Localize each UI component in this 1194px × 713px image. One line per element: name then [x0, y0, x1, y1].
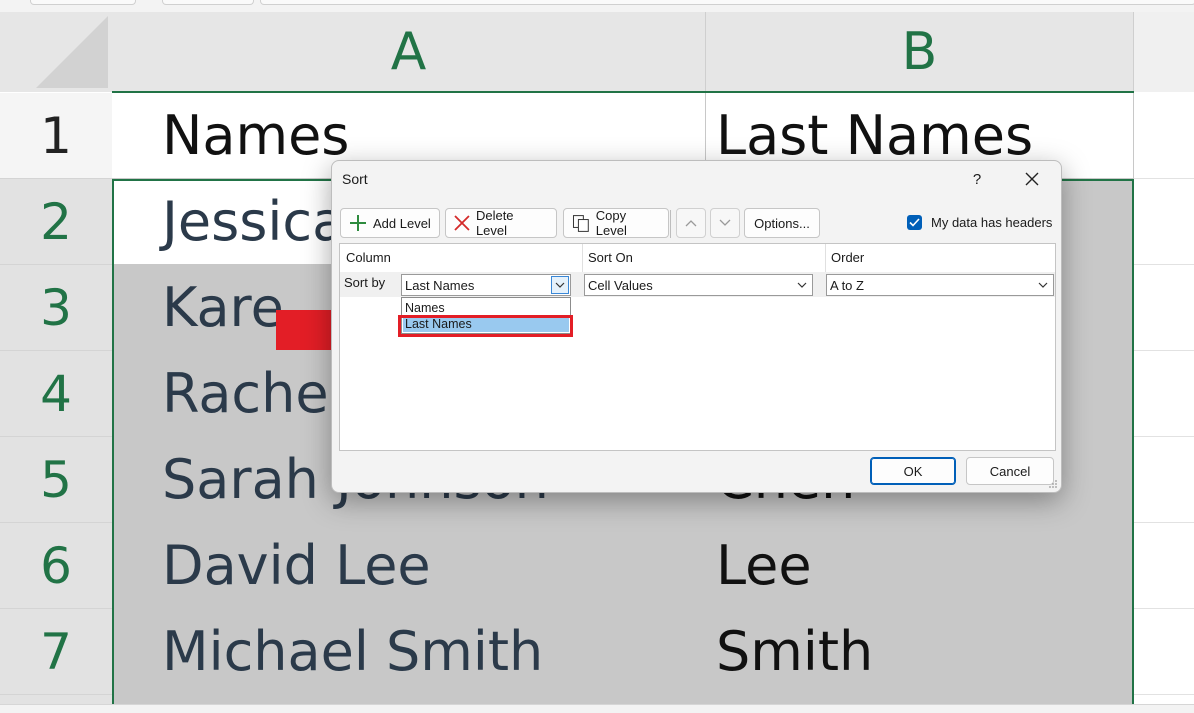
sort-on-toggle[interactable]: [793, 276, 811, 294]
move-up-button[interactable]: [676, 208, 706, 238]
formula-bar-stub: [260, 0, 1194, 5]
close-icon: [1025, 172, 1039, 186]
close-button[interactable]: [1018, 167, 1046, 191]
row-number: 2: [40, 192, 72, 251]
toolbar-stub: [30, 0, 136, 5]
resize-grip-icon[interactable]: [1048, 479, 1058, 489]
delete-level-label: Delete Level: [475, 208, 514, 238]
grid-column-separator: [825, 244, 826, 272]
cell-text: Names: [162, 104, 350, 167]
cell-a6[interactable]: David Lee: [112, 523, 706, 609]
row-header-4[interactable]: 4: [0, 351, 112, 437]
chevron-up-icon: [685, 220, 697, 227]
toolbar-separator: [670, 210, 671, 238]
row-number: 7: [40, 622, 72, 681]
copy-level-label: Copy Level: [595, 208, 627, 238]
delete-level-button[interactable]: Delete Level: [445, 208, 557, 238]
cell-text: Kare: [162, 276, 284, 339]
sort-on-value: Cell Values: [588, 277, 653, 293]
cell-text: Last Names: [716, 104, 1034, 167]
grid-column-separator: [582, 244, 583, 272]
column-header-sort-on: Sort On: [588, 250, 633, 265]
column-header-b[interactable]: B: [706, 12, 1134, 92]
toolbar-stub: [162, 0, 254, 5]
cell-c7[interactable]: [1134, 609, 1194, 695]
help-button[interactable]: ?: [964, 167, 990, 191]
cell-c2[interactable]: [1134, 179, 1194, 265]
sort-by-label: Sort by: [344, 275, 386, 290]
copy-icon: [572, 215, 589, 232]
row-number: 5: [40, 450, 72, 509]
cancel-button[interactable]: Cancel: [966, 457, 1054, 485]
row-header-6[interactable]: 6: [0, 523, 112, 609]
help-icon: ?: [972, 170, 982, 188]
chevron-down-icon: [1038, 282, 1048, 288]
copy-level-button[interactable]: Copy Level: [563, 208, 669, 238]
ok-button[interactable]: OK: [870, 457, 956, 485]
sort-levels-grid: Column Sort On Order Sort by Last Names …: [339, 243, 1056, 451]
add-level-button[interactable]: Add Level: [340, 208, 440, 238]
chevron-down-icon: [797, 282, 807, 288]
chevron-down-icon: [719, 219, 731, 226]
cell-c4[interactable]: [1134, 351, 1194, 437]
column-select-value: Last Names: [405, 277, 475, 293]
cell-text: Rachel: [162, 362, 344, 425]
dialog-title: Sort: [342, 171, 368, 187]
row-header-2[interactable]: 2: [0, 179, 112, 265]
move-down-button[interactable]: [710, 208, 740, 238]
cell-text: Jessica: [162, 190, 346, 253]
column-select[interactable]: Last Names: [401, 274, 571, 296]
cell-c1[interactable]: [1134, 93, 1194, 179]
cell-c6[interactable]: [1134, 523, 1194, 609]
chevron-down-icon: [555, 282, 565, 288]
cancel-label: Cancel: [989, 463, 1031, 479]
headers-checkbox[interactable]: [907, 215, 922, 230]
ok-label: OK: [903, 463, 923, 479]
cell-c5[interactable]: [1134, 437, 1194, 523]
sort-dialog: Sort ? Add Level Delete Level Copy Level…: [331, 160, 1062, 493]
column-header-label: B: [901, 22, 938, 82]
column-header-c[interactable]: [1134, 12, 1194, 92]
order-select[interactable]: A to Z: [826, 274, 1054, 296]
order-value: A to Z: [830, 277, 864, 293]
sort-on-select[interactable]: Cell Values: [584, 274, 813, 296]
options-button[interactable]: Options...: [744, 208, 820, 238]
dropdown-option-names[interactable]: Names: [403, 300, 569, 316]
column-header-label: A: [390, 22, 427, 82]
column-select-toggle[interactable]: [551, 276, 569, 294]
row-header-5[interactable]: 5: [0, 437, 112, 523]
cell-text: Michael Smith: [162, 620, 544, 683]
cell-text: Lee: [716, 534, 812, 597]
cell-b6[interactable]: Lee: [706, 523, 1134, 609]
headers-checkbox-label[interactable]: My data has headers: [931, 215, 1052, 230]
select-all-triangle-icon: [36, 16, 108, 88]
row-number: 6: [40, 536, 72, 595]
order-toggle[interactable]: [1034, 276, 1052, 294]
column-header-a[interactable]: A: [112, 12, 706, 92]
delete-x-icon: [454, 215, 470, 231]
row-header-1[interactable]: 1: [0, 93, 112, 179]
options-label: Options...: [754, 215, 810, 231]
row-header-7[interactable]: 7: [0, 609, 112, 695]
highlight-box-annotation: [398, 315, 573, 337]
row-header-3[interactable]: 3: [0, 265, 112, 351]
column-header-order: Order: [831, 250, 865, 265]
cell-text: David Lee: [162, 534, 431, 597]
row-number: 1: [40, 106, 72, 165]
column-header-column: Column: [346, 250, 391, 265]
add-level-label: Add Level: [373, 215, 431, 231]
checkmark-icon: [909, 218, 920, 227]
cell-b7[interactable]: Smith: [706, 609, 1134, 695]
row-number: 4: [40, 364, 72, 423]
cell-c3[interactable]: [1134, 265, 1194, 351]
cell-a7[interactable]: Michael Smith: [112, 609, 706, 695]
cell-text: Smith: [716, 620, 874, 683]
row-number: 3: [40, 278, 72, 337]
plus-icon: [350, 215, 366, 231]
